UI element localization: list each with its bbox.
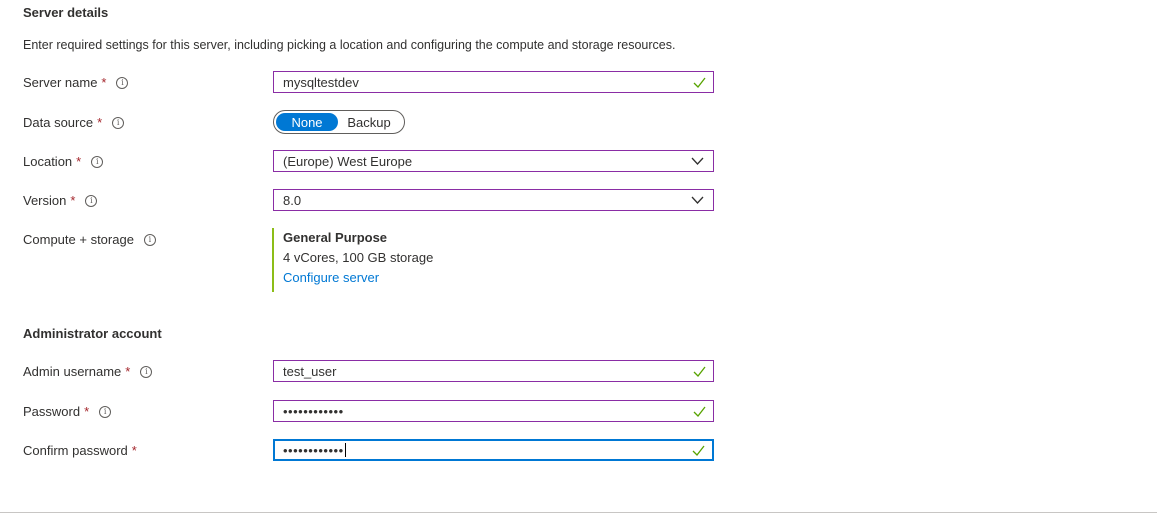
location-label: Location * i <box>23 154 104 169</box>
version-value: 8.0 <box>283 192 302 208</box>
compute-storage-summary: General Purpose 4 vCores, 100 GB storage… <box>272 228 433 292</box>
server-name-input[interactable]: mysqltestdev <box>273 71 714 93</box>
admin-username-input[interactable]: test_user <box>273 360 714 382</box>
compute-tier: General Purpose <box>283 230 388 245</box>
checkmark-icon <box>693 366 706 377</box>
configure-server-link[interactable]: Configure server <box>283 268 433 288</box>
info-icon[interactable]: i <box>140 365 153 378</box>
confirm-password-label: Confirm password * <box>23 443 137 458</box>
server-name-label: Server name * i <box>23 75 129 90</box>
info-icon[interactable]: i <box>99 405 112 418</box>
confirm-password-value: •••••••••••• <box>283 442 344 458</box>
location-label-text: Location <box>23 154 73 169</box>
version-select[interactable]: 8.0 <box>273 189 714 211</box>
required-indicator: * <box>84 404 90 419</box>
required-indicator: * <box>131 443 137 458</box>
password-value: •••••••••••• <box>283 403 344 419</box>
required-indicator: * <box>125 364 131 379</box>
checkmark-icon <box>693 406 706 417</box>
info-icon[interactable]: i <box>91 155 104 168</box>
admin-account-title: Administrator account <box>23 326 162 341</box>
admin-username-label: Admin username * i <box>23 364 153 379</box>
admin-username-value: test_user <box>283 363 337 379</box>
version-label: Version * i <box>23 193 98 208</box>
data-source-option-none[interactable]: None <box>276 113 338 131</box>
admin-username-label-text: Admin username <box>23 364 122 379</box>
data-source-toggle[interactable]: None Backup <box>273 110 405 134</box>
password-label-text: Password <box>23 404 81 419</box>
required-indicator: * <box>70 193 76 208</box>
confirm-password-input[interactable]: •••••••••••• <box>273 439 714 461</box>
compute-storage-label-text: Compute + storage <box>23 232 134 247</box>
checkmark-icon <box>693 77 706 88</box>
chevron-down-icon <box>691 196 704 204</box>
required-indicator: * <box>101 75 107 90</box>
location-value: (Europe) West Europe <box>283 153 413 169</box>
data-source-label-text: Data source <box>23 115 94 130</box>
server-details-title: Server details <box>23 5 109 20</box>
text-caret <box>344 443 346 457</box>
required-indicator: * <box>76 154 82 169</box>
version-label-text: Version <box>23 193 67 208</box>
info-icon[interactable]: i <box>143 233 156 246</box>
checkmark-icon <box>692 445 705 456</box>
server-name-value: mysqltestdev <box>283 74 359 90</box>
compute-storage-label: Compute + storage i <box>23 232 156 247</box>
location-select[interactable]: (Europe) West Europe <box>273 150 714 172</box>
data-source-option-backup[interactable]: Backup <box>338 113 400 131</box>
password-input[interactable]: •••••••••••• <box>273 400 714 422</box>
chevron-down-icon <box>691 157 704 165</box>
info-icon[interactable]: i <box>85 194 98 207</box>
bottom-divider <box>0 512 1157 513</box>
info-icon[interactable]: i <box>116 76 129 89</box>
confirm-password-label-text: Confirm password <box>23 443 128 458</box>
password-label: Password * i <box>23 404 112 419</box>
server-name-label-text: Server name <box>23 75 98 90</box>
required-indicator: * <box>97 115 103 130</box>
info-icon[interactable]: i <box>112 116 125 129</box>
compute-spec: 4 vCores, 100 GB storage <box>283 250 434 265</box>
server-details-description: Enter required settings for this server,… <box>23 38 676 52</box>
data-source-label: Data source * i <box>23 115 125 130</box>
